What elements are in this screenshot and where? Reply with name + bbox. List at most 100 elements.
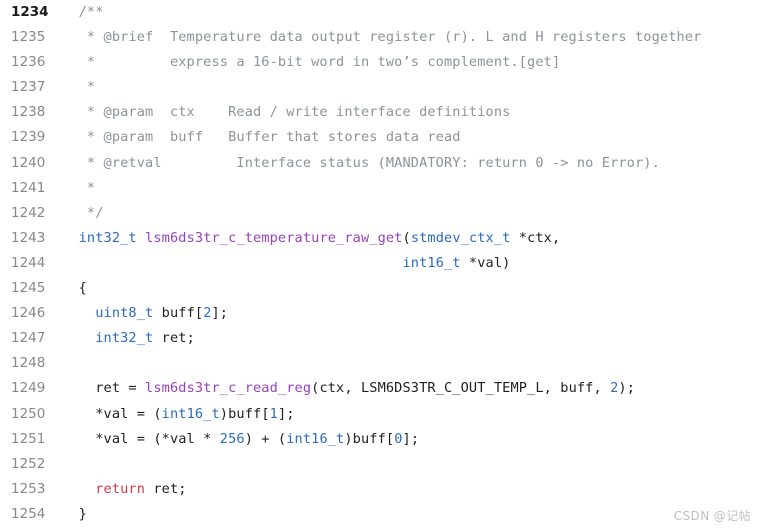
line-content: int32_t lsm6ds3tr_c_temperature_raw_get(… <box>62 226 763 251</box>
token-comment: * <box>62 79 96 96</box>
line-content: int32_t ret; <box>62 326 763 351</box>
line-content: uint8_t buff[2]; <box>62 301 763 326</box>
code-line: 1250 *val = (int16_t)buff[1]; <box>0 402 763 427</box>
line-content: *val = (*val * 256) + (int16_t)buff[0]; <box>62 427 763 452</box>
token-plain: } <box>62 505 87 522</box>
token-comment: * @brief Temperature data output registe… <box>62 29 702 46</box>
code-line: 1236 * express a 16-bit word in two’s co… <box>0 50 763 75</box>
line-number: 1241 <box>11 179 46 196</box>
token-number: 2 <box>203 305 212 322</box>
line-content: * express a 16-bit word in two’s complem… <box>62 50 763 75</box>
token-plain: )buff[ <box>344 430 395 447</box>
line-number: 1253 <box>11 480 46 497</box>
code-line: 1241 * <box>0 176 763 201</box>
line-number: 1234 <box>11 4 49 20</box>
line-content: int16_t *val) <box>62 251 763 276</box>
token-plain: ret = <box>62 380 146 397</box>
line-content: */ <box>62 201 763 226</box>
code-line: 1252 <box>0 452 763 477</box>
line-number: 1246 <box>11 305 46 322</box>
code-line: 1246 uint8_t buff[2]; <box>0 301 763 326</box>
token-plain: (ctx, LSM6DS3TR_C_OUT_TEMP_L, buff, <box>311 380 611 397</box>
token-plain: ]; <box>211 305 229 322</box>
token-func: lsm6ds3tr_c_temperature_raw_get <box>145 229 403 246</box>
code-line: 1243 int32_t lsm6ds3tr_c_temperature_raw… <box>0 226 763 251</box>
code-line-list: 1234 /** 1235 * @brief Temperature data o… <box>0 0 763 527</box>
token-type: int16_t <box>286 430 345 447</box>
token-number: 0 <box>394 430 403 447</box>
code-line: 1242 */ <box>0 201 763 226</box>
code-line: 1245 { <box>0 276 763 301</box>
token-type: stmdev_ctx_t <box>410 229 511 246</box>
line-number: 1248 <box>11 355 46 372</box>
line-number: 1254 <box>11 505 46 522</box>
line-number: 1243 <box>11 229 46 246</box>
token-type: int16_t <box>161 405 220 422</box>
token-type: int16_t <box>402 254 461 271</box>
line-number: 1250 <box>11 405 46 422</box>
line-number: 1251 <box>11 430 46 447</box>
token-plain: ]; <box>277 405 295 422</box>
token-plain: ret; <box>145 480 187 497</box>
line-content: { <box>62 276 763 301</box>
token-type: int32_t <box>95 330 154 347</box>
token-plain: ]; <box>402 430 420 447</box>
token-plain: )buff[ <box>219 405 270 422</box>
code-line: 1237 * <box>0 75 763 100</box>
code-line: 1238 * @param ctx Read / write interface… <box>0 100 763 125</box>
code-line: 1244 int16_t *val) <box>0 251 763 276</box>
code-line: 1240 * @retval Interface status (MANDATO… <box>0 151 763 176</box>
token-func: lsm6ds3tr_c_read_reg <box>145 380 312 397</box>
token-comment: /** <box>62 4 104 20</box>
token-plain: ) + ( <box>244 430 287 447</box>
line-content: * <box>62 176 763 201</box>
token-plain: ( <box>402 229 411 246</box>
line-number: 1236 <box>11 54 46 71</box>
token-plain: *val) <box>460 254 511 271</box>
token-type: int32_t <box>78 229 137 246</box>
code-viewer[interactable]: 1234 /** 1235 * @brief Temperature data o… <box>0 0 763 530</box>
token-plain: *val = ( <box>62 405 162 422</box>
token-comment: * @param buff Buffer that stores data re… <box>62 129 461 146</box>
code-line: 1239 * @param buff Buffer that stores da… <box>0 125 763 150</box>
line-number: 1252 <box>11 455 46 472</box>
line-number: 1235 <box>11 29 46 46</box>
token-plain: ret; <box>153 330 195 347</box>
token-comment: * <box>62 179 96 196</box>
token-plain: *ctx, <box>510 229 561 246</box>
csdn-watermark: CSDN @记帖 <box>673 509 751 523</box>
line-content: ret = lsm6ds3tr_c_read_reg(ctx, LSM6DS3T… <box>62 376 763 401</box>
code-line: 1249 ret = lsm6ds3tr_c_read_reg(ctx, LSM… <box>0 376 763 401</box>
line-number: 1239 <box>11 129 46 146</box>
code-line: 1248 <box>0 351 763 376</box>
line-content: * @retval Interface status (MANDATORY: r… <box>62 151 763 176</box>
line-content: } <box>62 502 763 527</box>
token-comment: * @retval Interface status (MANDATORY: r… <box>62 154 660 171</box>
line-content: return ret; <box>62 477 763 502</box>
code-line: 1235 * @brief Temperature data output re… <box>0 25 763 50</box>
line-content: *val = (int16_t)buff[1]; <box>62 402 763 427</box>
line-number: 1244 <box>11 254 46 271</box>
line-number: 1240 <box>11 154 46 171</box>
token-comment: * express a 16-bit word in two’s complem… <box>62 54 561 71</box>
token-number: 1 <box>269 405 278 422</box>
token-comment: * @param ctx Read / write interface defi… <box>62 104 511 121</box>
code-line: 1251 *val = (*val * 256) + (int16_t)buff… <box>0 427 763 452</box>
line-number: 1238 <box>11 104 46 121</box>
token-plain: ); <box>618 380 636 397</box>
code-line: 1247 int32_t ret; <box>0 326 763 351</box>
token-plain: { <box>62 280 87 297</box>
line-content: /** <box>62 0 763 25</box>
token-comment: */ <box>62 204 104 221</box>
line-content: * @param ctx Read / write interface defi… <box>62 100 763 125</box>
token-keyword: return <box>95 480 146 497</box>
line-number: 1245 <box>11 280 46 297</box>
line-content: * @brief Temperature data output registe… <box>62 25 763 50</box>
token-plain: buff[ <box>153 305 204 322</box>
